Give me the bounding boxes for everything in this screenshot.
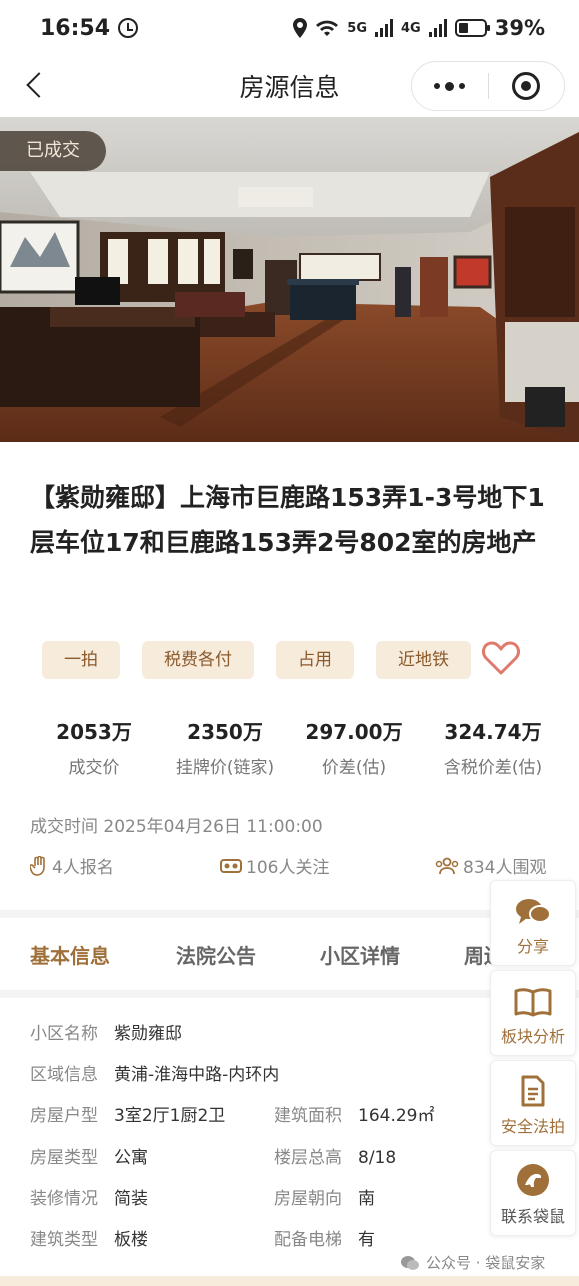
tag: 占用	[276, 641, 354, 679]
people-icon	[435, 857, 459, 874]
follow-count: 106人关注	[220, 853, 329, 878]
contact-kangaroo-label: 联系袋鼠	[500, 1207, 565, 1226]
engagement-metrics: 4人报名 106人关注 834人围观	[30, 853, 560, 879]
stat-price-diff: 297.00万 价差(估)	[290, 716, 418, 778]
location-icon	[293, 18, 308, 38]
info-row-community: 小区名称 紫勋雍邸	[30, 1024, 182, 1044]
stat-taxed-diff: 324.74万 含税价差(估)	[418, 716, 568, 778]
deal-time: 成交时间 2025年04月26日 11:00:00	[30, 817, 323, 837]
info-row-region: 区域信息 黄浦-淮海中路-内环内	[30, 1065, 280, 1085]
stat-label: 成交价	[68, 758, 120, 778]
info-row-layout: 房屋户型 3室2厅1厨2卫	[30, 1106, 226, 1126]
stat-value: 297.00万	[305, 720, 403, 744]
tab-court-notice[interactable]: 法院公告	[176, 940, 256, 969]
target-icon	[512, 72, 541, 100]
battery-icon	[454, 19, 490, 37]
watcher-count: 834人围观	[435, 853, 546, 878]
network-4g-label: 4G	[401, 20, 421, 36]
more-icon[interactable]	[412, 81, 488, 91]
info-row-floor: 楼层总高 8/18	[274, 1148, 397, 1168]
listing-title: 【紫勋雍邸】上海市巨鹿路153弄1-3号地下1层车位17和巨鹿路153弄2号80…	[30, 483, 545, 557]
close-miniprogram-button[interactable]	[489, 72, 565, 100]
info-row-area: 建筑面积 164.29㎡	[274, 1106, 435, 1126]
document-icon	[521, 1075, 545, 1107]
battery-percent: 39%	[494, 16, 545, 40]
share-button[interactable]: 分享	[490, 880, 576, 966]
chat-bubble-icon	[516, 899, 551, 924]
wechat-icon	[401, 1255, 419, 1270]
stat-list-price: 2350万 挂牌价(链家)	[160, 716, 290, 778]
tab-basic-info[interactable]: 基本信息	[30, 940, 110, 969]
status-icons: 5G 4G 39%	[293, 16, 545, 40]
info-row-elevator: 配备电梯有	[274, 1230, 375, 1250]
info-row-orientation: 房屋朝向南	[274, 1189, 375, 1209]
kangaroo-logo-icon	[517, 1164, 549, 1196]
open-book-icon	[514, 988, 552, 1017]
stat-label: 挂牌价(链家)	[175, 758, 275, 778]
info-row-type: 房屋类型 公寓	[30, 1148, 148, 1168]
signal-4g-icon	[428, 19, 447, 37]
signup-count: 4人报名	[30, 853, 114, 878]
share-label: 分享	[516, 937, 549, 956]
safe-auction-button[interactable]: 安全法拍	[490, 1060, 576, 1146]
bottom-bar	[0, 1276, 579, 1286]
contact-kangaroo-button[interactable]: 联系袋鼠	[490, 1150, 576, 1236]
favorite-heart-icon[interactable]	[482, 640, 520, 676]
sector-analysis-button[interactable]: 板块分析	[490, 970, 576, 1056]
tag-list: 一拍 税费各付 占用 近地铁	[42, 641, 471, 679]
stat-value: 324.74万	[444, 720, 542, 744]
tag: 近地铁	[376, 641, 471, 679]
info-row-building-type: 建筑类型 板楼	[30, 1230, 148, 1250]
sector-analysis-label: 板块分析	[500, 1027, 565, 1046]
back-icon[interactable]	[22, 70, 52, 100]
tag: 一拍	[42, 641, 120, 679]
tag: 税费各付	[142, 641, 254, 679]
safe-auction-label: 安全法拍	[500, 1117, 565, 1136]
stat-label: 价差(估)	[321, 758, 387, 778]
info-row-decoration: 装修情况 简装	[30, 1189, 148, 1209]
network-5g-label: 5G	[347, 20, 368, 36]
stat-value: 2350万	[187, 720, 263, 744]
hand-icon	[30, 855, 45, 876]
status-bar: 16:54 5G 4G 39%	[0, 0, 579, 56]
stat-value: 2053万	[56, 720, 132, 744]
watermark: 公众号 · 袋鼠安家	[400, 1252, 545, 1273]
vr-glasses-icon	[220, 858, 242, 873]
status-time: 16:54	[40, 15, 111, 41]
stat-label: 含税价差(估)	[443, 758, 543, 778]
page-title: 房源信息	[239, 73, 340, 102]
status-badge: 已成交	[0, 131, 106, 171]
alarm-icon	[118, 18, 139, 38]
stat-deal-price: 2053万 成交价	[28, 716, 160, 778]
tab-community-details[interactable]: 小区详情	[320, 940, 400, 969]
nav-bar: 房源信息	[0, 56, 579, 116]
miniprogram-capsule	[411, 61, 565, 111]
signal-5g-icon	[375, 19, 394, 37]
wifi-icon	[316, 20, 339, 36]
